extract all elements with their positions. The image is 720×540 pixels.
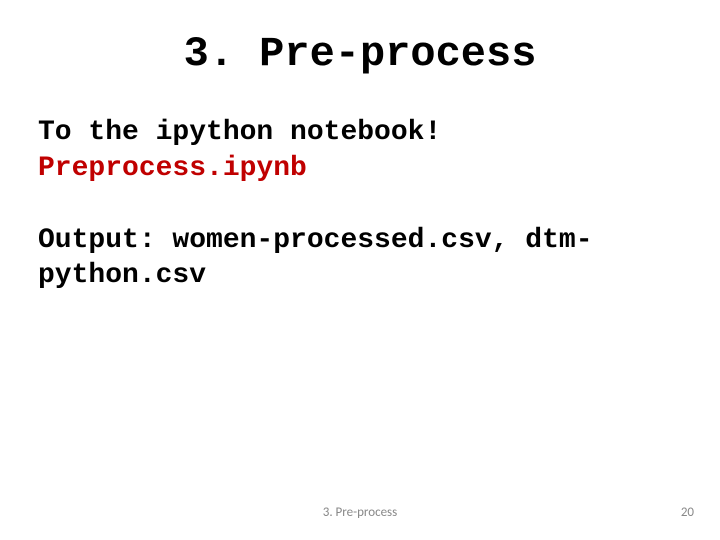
slide-body: To the ipython notebook! Preprocess.ipyn…	[38, 115, 700, 294]
footer-page-number: 20	[681, 505, 694, 520]
footer-section-label: 3. Pre-process	[0, 505, 720, 520]
body-line-filename: Preprocess.ipynb	[38, 151, 700, 187]
slide: 3. Pre-process To the ipython notebook! …	[0, 0, 720, 540]
body-line-notebook: To the ipython notebook!	[38, 115, 700, 151]
spacer	[38, 187, 700, 223]
slide-title: 3. Pre-process	[0, 30, 720, 78]
body-line-output: Output: women-processed.csv, dtm-python.…	[38, 223, 700, 295]
